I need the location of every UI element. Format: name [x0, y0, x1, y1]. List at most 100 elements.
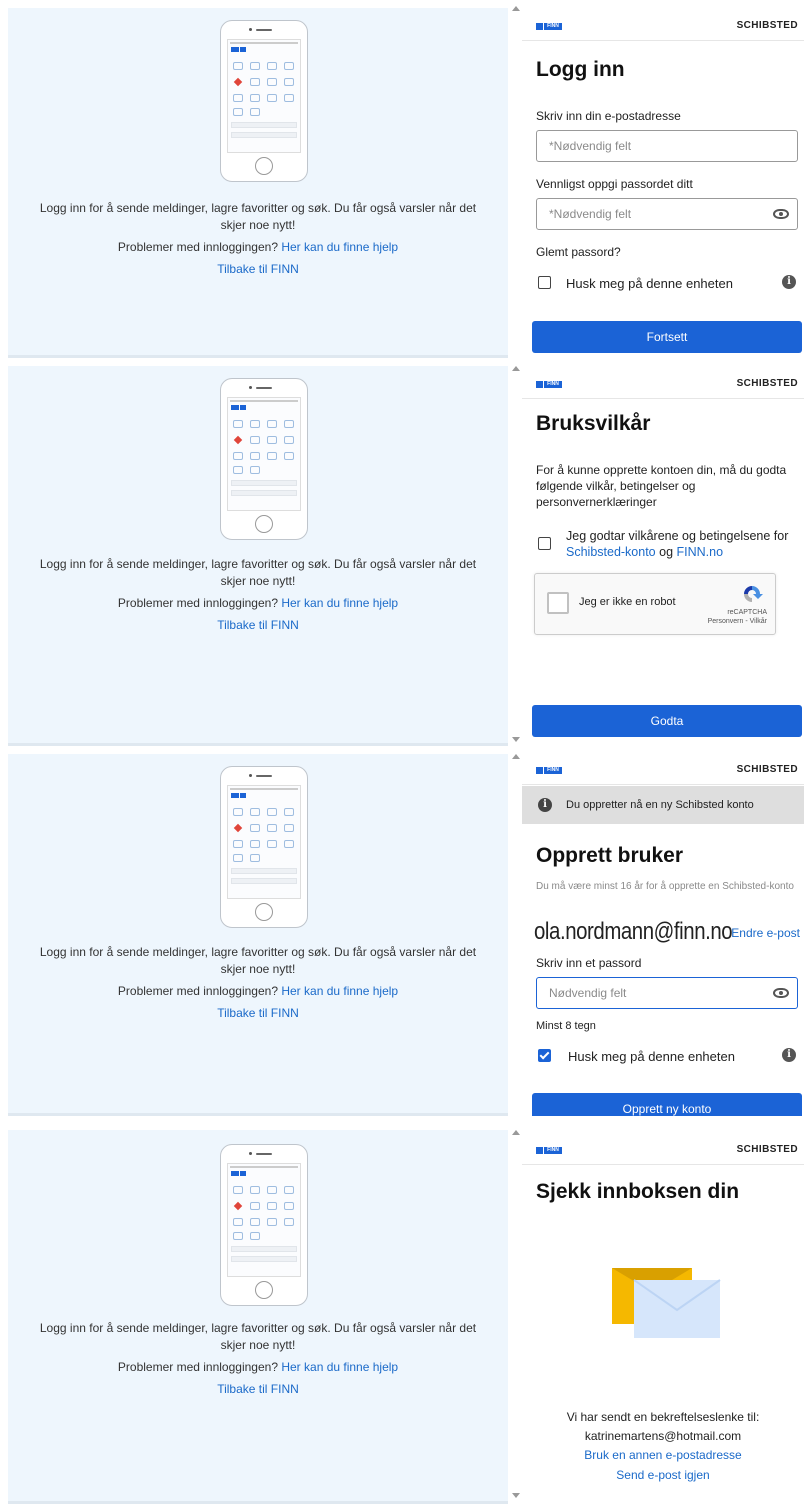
accept-prefix: Jeg godtar vilkårene og betingelsene for: [566, 529, 789, 543]
accept-button[interactable]: Godta: [532, 705, 802, 737]
help-row: Problemer med innloggingen? Her kan du f…: [117, 1360, 399, 1374]
scrollbar[interactable]: [510, 1124, 522, 1504]
create-account-button[interactable]: Opprett ny konto: [532, 1093, 802, 1116]
eye-icon[interactable]: [773, 988, 789, 998]
finn-logo: FINN: [536, 1147, 562, 1154]
phone-camera: [249, 28, 252, 31]
scrollbar[interactable]: [510, 360, 522, 748]
help-link[interactable]: Her kan du finne hjelp: [281, 596, 398, 610]
schibsted-brand: SCHIBSTED: [736, 378, 798, 389]
info-message: Logg inn for å sende meldinger, lagre fa…: [39, 945, 477, 976]
continue-button[interactable]: Fortsett: [532, 321, 802, 353]
phone-illustration: [220, 20, 308, 182]
scrollbar[interactable]: [510, 0, 522, 360]
back-to-finn-link[interactable]: Tilbake til FINN: [217, 618, 299, 632]
finn-logo: FINN: [536, 767, 562, 774]
page-title: Sjekk innboksen din: [536, 1180, 740, 1203]
login-form: FINN SCHIBSTED Logg inn Skriv inn din e-…: [522, 0, 804, 360]
age-note: Du må være minst 16 år for å opprette en…: [536, 881, 794, 892]
check-inbox-view: FINN SCHIBSTED Sjekk innboksen din Vi ha…: [522, 1124, 804, 1504]
schibsted-konto-link[interactable]: Schibsted-konto: [566, 545, 656, 559]
header: FINN SCHIBSTED: [522, 1136, 804, 1165]
recaptcha-logo: [744, 586, 763, 602]
password-placeholder: *Nødvendig felt: [549, 207, 632, 221]
resend-row: Send e-post igjen: [522, 1466, 804, 1485]
terms-intro: For å kunne opprette kontoen din, må du …: [536, 463, 787, 509]
finn-no-link[interactable]: FINN.no: [677, 545, 724, 559]
sent-to-text: Vi har sendt en bekreftelseslenke til:: [566, 1410, 760, 1424]
help-row: Problemer med innloggingen? Her kan du f…: [8, 239, 508, 256]
help-link[interactable]: Her kan du finne hjelp: [281, 240, 398, 254]
phone-illustration: [220, 1144, 308, 1306]
phone-screen: [227, 1163, 301, 1277]
resend-email-link[interactable]: Send e-post igjen: [616, 1468, 709, 1482]
left-text-block: Logg inn for å sende meldinger, lagre fa…: [8, 200, 508, 278]
phone-screen: [227, 397, 301, 511]
header: FINN SCHIBSTED: [522, 12, 804, 41]
header: FINN SCHIBSTED: [522, 756, 804, 785]
page-title: Bruksvilkår: [536, 412, 651, 435]
email-placeholder: *Nødvendig felt: [549, 139, 632, 153]
remember-checkbox[interactable]: [538, 1049, 551, 1062]
back-row: Tilbake til FINN: [8, 1005, 508, 1022]
help-row: Problemer med innloggingen? Her kan du f…: [117, 596, 399, 610]
scrollbar[interactable]: [510, 748, 522, 1116]
help-link[interactable]: Her kan du finne hjelp: [281, 984, 398, 998]
min-chars-hint: Minst 8 tegn: [536, 1020, 596, 1032]
left-info-pane: Logg inn for å sende meldinger, lagre fa…: [8, 1130, 508, 1504]
email-display: ola.nordmann@finn.no: [534, 918, 733, 945]
password-placeholder: Nødvendig felt: [549, 986, 627, 1000]
terms-form: FINN SCHIBSTED Bruksvilkår For å kunne o…: [522, 360, 804, 748]
phone-illustration: [220, 766, 308, 928]
header: FINN SCHIBSTED: [522, 370, 804, 399]
other-address-link[interactable]: Bruk en annen e-postadresse: [584, 1448, 741, 1462]
panel-login: Logg inn for å sende meldinger, lagre fa…: [0, 0, 804, 360]
recaptcha-text: reCAPTCHA Personvern - Vilkår: [707, 609, 767, 625]
left-info-pane: Logg inn for å sende meldinger, lagre fa…: [8, 8, 508, 358]
and-word: og: [659, 545, 674, 559]
accept-terms-checkbox[interactable]: [538, 537, 551, 550]
back-row: Tilbake til FINN: [8, 1381, 508, 1398]
back-to-finn-link[interactable]: Tilbake til FINN: [217, 1006, 299, 1020]
info-icon[interactable]: i: [782, 1048, 796, 1062]
phone-screen: [227, 39, 301, 153]
eye-icon[interactable]: [773, 209, 789, 219]
password-label: Vennligst oppgi passordet ditt: [536, 177, 693, 191]
help-link[interactable]: Her kan du finne hjelp: [281, 1360, 398, 1374]
new-account-notice: i Du oppretter nå en ny Schibsted konto: [522, 786, 804, 824]
captcha-label: Jeg er ikke en robot: [579, 596, 676, 608]
sent-address: katrinemartens@hotmail.com: [584, 1429, 742, 1443]
schibsted-brand: SCHIBSTED: [736, 20, 798, 31]
password-label: Skriv inn et passord: [536, 956, 642, 970]
phone-speaker: [256, 29, 272, 31]
back-to-finn-link[interactable]: Tilbake til FINN: [217, 1382, 299, 1396]
envelope-illustration: [612, 1268, 721, 1338]
password-field[interactable]: *Nødvendig felt: [536, 198, 798, 230]
help-row: Problemer med innloggingen? Her kan du f…: [117, 984, 399, 998]
page-title: Logg inn: [536, 58, 625, 81]
back-to-finn-link[interactable]: Tilbake til FINN: [217, 262, 299, 276]
info-message: Logg inn for å sende meldinger, lagre fa…: [39, 1321, 477, 1352]
email-field[interactable]: *Nødvendig felt: [536, 130, 798, 162]
help-prefix: Problemer med innloggingen?: [117, 240, 278, 254]
recaptcha-widget: Jeg er ikke en robot reCAPTCHA Personvern…: [534, 573, 776, 635]
phone-home-button: [255, 157, 273, 175]
page-title: Opprett bruker: [536, 844, 684, 867]
email-label: Skriv inn din e-postadresse: [536, 109, 681, 123]
phone-screen: [227, 785, 301, 899]
panel-create-account: Logg inn for å sende meldinger, lagre fa…: [0, 748, 804, 1116]
info-icon[interactable]: i: [782, 275, 796, 289]
info-message: Logg inn for å sende meldinger, lagre fa…: [39, 201, 477, 232]
change-email-link[interactable]: Endre e-post: [731, 926, 800, 940]
forgot-password-link[interactable]: Glemt passord?: [536, 245, 621, 259]
back-row: Tilbake til FINN: [8, 261, 508, 278]
left-text-block: Logg inn for å sende meldinger, lagre fa…: [8, 1320, 508, 1398]
remember-label: Husk meg på denne enheten: [566, 276, 733, 291]
new-password-field[interactable]: Nødvendig felt: [536, 977, 798, 1009]
captcha-checkbox[interactable]: [547, 592, 569, 614]
remember-checkbox[interactable]: [538, 276, 551, 289]
remember-label: Husk meg på denne enheten: [568, 1049, 735, 1064]
create-account-form: FINN SCHIBSTED i Du oppretter nå en ny S…: [522, 748, 804, 1116]
left-info-pane: Logg inn for å sende meldinger, lagre fa…: [8, 754, 508, 1116]
left-info-pane: Logg inn for å sende meldinger, lagre fa…: [8, 366, 508, 746]
